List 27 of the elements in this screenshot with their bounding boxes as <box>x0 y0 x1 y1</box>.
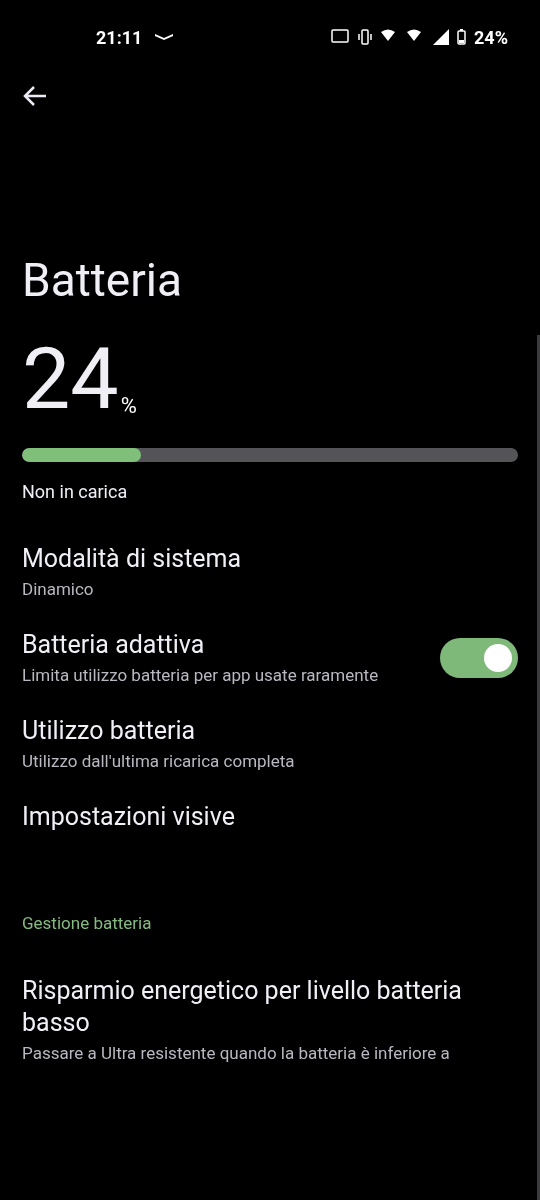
setting-title: Modalità di sistema <box>22 543 243 575</box>
setting-item[interactable]: Impostazioni visive <box>22 787 518 847</box>
battery-icon <box>457 29 467 45</box>
setting-item[interactable]: Risparmio energetico per livello batteria basso Passare a Ultra resistente quando la batteria è inferiore a <box>22 960 518 1079</box>
setting-item[interactable]: Batteria adattiva Limita utilizzo batteria per app usate raramente <box>22 615 518 701</box>
battery-unit: % <box>120 392 137 420</box>
setting-title: Batteria adattiva <box>22 629 206 661</box>
battery-percentage: 24% <box>474 25 508 50</box>
section-header: Gestione batteria <box>22 912 153 935</box>
charging-status: Non in carica <box>22 480 129 504</box>
page-title: Batteria <box>22 252 183 308</box>
status-time: 21:11 <box>96 25 143 50</box>
setting-subtitle: Utilizzo dall'ultima ricarica completa <box>22 750 296 773</box>
setting-item[interactable]: Utilizzo batteria Utilizzo dall'ultima ricarica completa <box>22 701 518 787</box>
setting-subtitle: Passare a Ultra resistente quando la batteria è inferiore a <box>22 1041 451 1065</box>
signal-icon <box>433 29 450 45</box>
setting-subtitle: Dinamico <box>22 578 95 601</box>
back-icon <box>22 85 48 107</box>
chevron-icon <box>154 33 175 41</box>
setting-subtitle: Limita utilizzo batteria per app usate raramente <box>22 664 380 687</box>
toggle-switch[interactable] <box>440 638 518 678</box>
vibrate-icon <box>357 29 374 45</box>
setting-title: Risparmio energetico per livello batteria basso <box>22 974 463 1039</box>
setting-title: Utilizzo batteria <box>22 715 197 747</box>
setting-title: Impostazioni visive <box>22 801 236 833</box>
setting-item[interactable]: Modalità di sistema Dinamico <box>22 529 518 615</box>
battery-value: 24 <box>22 336 119 422</box>
